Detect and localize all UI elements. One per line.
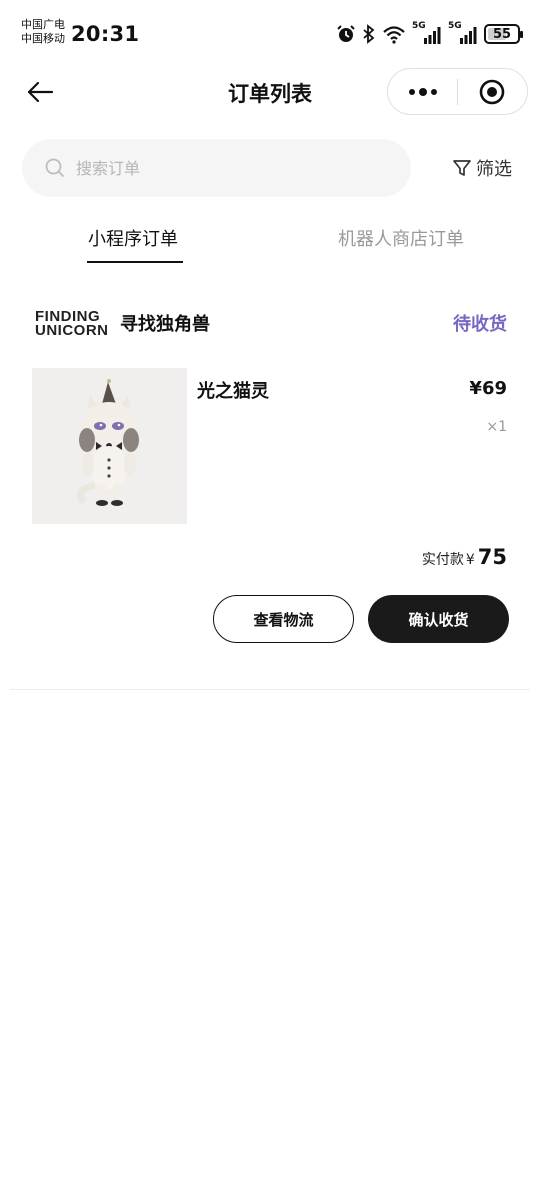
tab-robot-store-orders[interactable]: 机器人商店订单 [338,225,464,251]
filter-icon [453,160,471,176]
search-bar[interactable] [22,139,411,197]
signal-bars-icon [424,27,441,44]
status-icons: 5G 5G 55 [336,21,523,45]
target-icon [480,79,505,104]
product-figure-image [32,368,187,524]
paid-amount-row: 实付款 ¥ 75 [422,545,507,569]
order-status-badge: 待收货 [453,314,507,335]
product-image[interactable] [32,368,187,524]
carrier-1: 中国广电 [21,18,65,31]
close-mini-program-button[interactable] [458,69,527,114]
carrier-info: 中国广电 中国移动 [21,18,65,46]
product-quantity: ×1 [486,419,507,435]
order-divider [10,689,530,690]
carrier-2: 中国移动 [21,32,65,45]
more-dots-icon [408,87,437,96]
paid-label: 实付款 [421,552,464,568]
paid-currency: ¥ [465,552,475,568]
status-bar: 中国广电 中国移动 20:31 5G 5G 55 [0,0,540,64]
battery-level: 55 [492,26,512,42]
tab-mini-program-orders[interactable]: 小程序订单 [88,225,178,251]
search-icon [45,158,64,177]
battery-indicator: 55 [484,24,523,44]
filter-label: 筛选 [476,159,512,180]
store-logo: FINDING UNICORN [35,309,109,340]
confirm-receipt-button[interactable]: 确认收货 [368,595,509,643]
store-name[interactable]: 寻找独角兽 [120,310,210,336]
signal-1: 5G [412,21,442,45]
search-input[interactable] [76,158,376,178]
more-button[interactable] [388,69,457,114]
signal-bars-icon [460,27,477,44]
product-name[interactable]: 光之猫灵 [197,377,269,403]
mini-program-capsule [387,68,528,115]
store-logo-line2: UNICORN [35,322,109,339]
status-clock: 20:31 [71,22,140,46]
signal-2: 5G [448,21,478,45]
view-logistics-button[interactable]: 查看物流 [213,595,354,643]
filter-button[interactable]: 筛选 [452,155,512,181]
alarm-icon [337,25,355,42]
paid-amount: 75 [477,545,507,569]
bluetooth-icon [363,24,375,44]
nav-bar: 订单列表 [0,64,540,120]
wifi-icon [383,26,405,44]
active-tab-indicator [87,261,183,263]
product-price: ¥69 [469,378,507,399]
